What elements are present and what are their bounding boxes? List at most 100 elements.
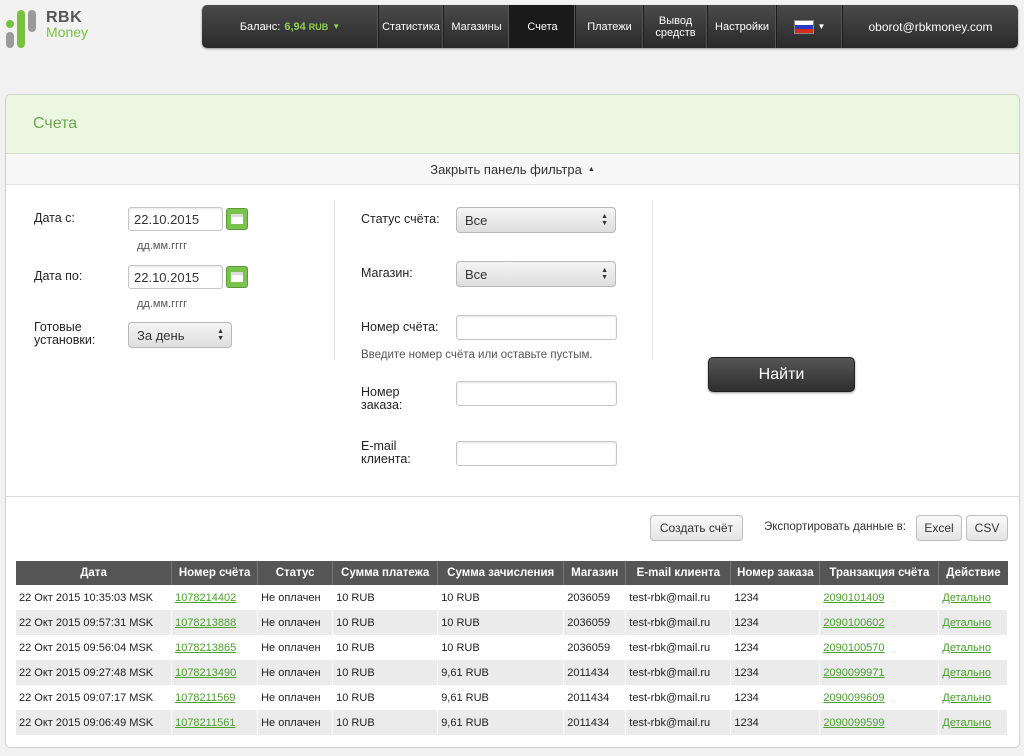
nav-item-withdraw-funds[interactable]: Вывод средств — [644, 5, 708, 48]
logo[interactable]: RBK Money — [6, 8, 106, 50]
date-to-input[interactable] — [128, 265, 223, 289]
table-row: 22 Окт 2015 09:27:48 MSK 1078213490 Не о… — [16, 660, 1008, 685]
cell-status: Не оплачен — [257, 610, 334, 635]
cell-client-email: test-rbk@mail.ru — [625, 710, 732, 735]
nav-item-shops[interactable]: Магазины — [444, 5, 510, 48]
column-header[interactable]: Транзакция счёта — [819, 561, 940, 585]
column-header[interactable]: Номер счёта — [171, 561, 259, 585]
column-header[interactable]: Статус — [257, 561, 334, 585]
date-from-hint: дд.мм.гггг — [137, 240, 188, 252]
cell-date: 22 Окт 2015 09:56:04 MSK — [16, 635, 173, 660]
preset-label: Готовые установки: — [34, 320, 96, 347]
nav-item-payments[interactable]: Платежи — [576, 5, 644, 48]
cell-date: 22 Окт 2015 09:57:31 MSK — [16, 610, 173, 635]
shop-select[interactable]: Все ▲ ▼ — [456, 261, 616, 287]
balance-indicator[interactable]: Баланс: 6,94 RUB ▼ — [202, 5, 379, 48]
date-to-hint: дд.мм.гггг — [137, 298, 188, 310]
transaction-link[interactable]: 2090100570 — [823, 642, 884, 654]
russia-flag-icon — [793, 19, 814, 34]
cell-client-email: test-rbk@mail.ru — [625, 585, 732, 610]
invoice-number-link[interactable]: 1078214402 — [175, 592, 236, 604]
column-header[interactable]: Действие — [938, 561, 1008, 585]
invoice-number-link[interactable]: 1078213888 — [175, 617, 236, 629]
transaction-link[interactable]: 2090099599 — [823, 717, 884, 729]
invoice-number-link[interactable]: 1078211569 — [175, 692, 235, 704]
cell-order-number: 1234 — [730, 660, 821, 685]
cell-payment-amount: 10 RUB — [332, 710, 439, 735]
transaction-link[interactable]: 2090101409 — [823, 592, 884, 604]
cell-credited-amount: 10 RUB — [437, 610, 565, 635]
column-header[interactable]: Сумма платежа — [332, 561, 439, 585]
details-link[interactable]: Детально — [942, 667, 991, 679]
create-invoice-button[interactable]: Создать счёт — [650, 515, 743, 541]
nav-item-settings[interactable]: Настройки — [708, 5, 777, 48]
nav-item-statistics[interactable]: Статистика — [379, 5, 444, 48]
column-header[interactable]: Магазин — [563, 561, 627, 585]
calendar-icon[interactable] — [226, 208, 248, 230]
table-row: 22 Окт 2015 10:35:03 MSK 1078214402 Не о… — [16, 585, 1008, 610]
cell-shop: 2036059 — [563, 610, 627, 635]
details-link[interactable]: Детально — [942, 592, 991, 604]
details-link[interactable]: Детально — [942, 617, 991, 629]
cell-credited-amount: 9,61 RUB — [437, 710, 565, 735]
invoice-number-link[interactable]: 1078211561 — [175, 717, 235, 729]
select-arrows-icon: ▲ ▼ — [217, 328, 224, 342]
cell-order-number: 1234 — [730, 635, 821, 660]
client-email-label: E-mail клиента: — [361, 439, 411, 466]
nav-item-invoices[interactable]: Счета — [510, 5, 576, 48]
shop-select-value: Все — [465, 266, 488, 282]
transaction-link[interactable]: 2090099971 — [823, 667, 884, 679]
client-email-input[interactable] — [456, 441, 617, 466]
details-link[interactable]: Детально — [942, 692, 991, 704]
cell-shop: 2036059 — [563, 635, 627, 660]
cell-credited-amount: 10 RUB — [437, 585, 565, 610]
export-csv-button[interactable]: CSV — [966, 515, 1008, 541]
filter-panel: Дата с: дд.мм.гггг Дата по: дд.мм.гггг Г… — [6, 185, 1019, 497]
column-header[interactable]: Дата — [16, 561, 173, 585]
date-from-input[interactable] — [128, 207, 223, 231]
column-header[interactable]: Номер заказа — [730, 561, 821, 585]
language-selector[interactable]: ▼ — [777, 5, 843, 48]
preset-select[interactable]: За день ▲ ▼ — [128, 322, 232, 348]
details-link[interactable]: Детально — [942, 717, 991, 729]
cell-payment-amount: 10 RUB — [332, 685, 439, 710]
invoice-number-link[interactable]: 1078213865 — [175, 642, 236, 654]
shop-label: Магазин: — [361, 266, 413, 280]
logo-text-primary: RBK — [46, 9, 83, 26]
balance-value: 6,94 — [284, 20, 306, 33]
invoice-number-link[interactable]: 1078213490 — [175, 667, 236, 679]
filter-toggle-label: Закрыть панель фильтра — [430, 161, 582, 177]
select-arrows-icon: ▲ ▼ — [601, 213, 608, 227]
cell-payment-amount: 10 RUB — [332, 660, 439, 685]
cell-status: Не оплачен — [257, 635, 334, 660]
balance-label: Баланс: — [239, 20, 281, 33]
invoice-number-hint: Введите номер счёта или оставьте пустым. — [361, 349, 593, 361]
order-number-input[interactable] — [456, 381, 617, 406]
transaction-link[interactable]: 2090100602 — [823, 617, 884, 629]
cell-payment-amount: 10 RUB — [332, 635, 439, 660]
invoices-table: Дата Номер счёта Статус Сумма платежа Су… — [16, 561, 1008, 735]
table-row: 22 Окт 2015 09:07:17 MSK 1078211569 Не о… — [16, 685, 1008, 710]
calendar-icon[interactable] — [226, 266, 248, 288]
column-header[interactable]: Сумма зачисления — [437, 561, 565, 585]
user-email[interactable]: oborot@rbkmoney.com — [843, 5, 1018, 48]
cell-shop: 2011434 — [563, 660, 627, 685]
filter-panel-toggle[interactable]: Закрыть панель фильтра ▲ — [6, 154, 1019, 185]
column-header[interactable]: E-mail клиента — [625, 561, 732, 585]
divider — [334, 200, 335, 360]
cell-status: Не оплачен — [257, 660, 334, 685]
page-title: Счета — [6, 95, 1019, 154]
cell-client-email: test-rbk@mail.ru — [625, 660, 732, 685]
invoices-panel: Счета Закрыть панель фильтра ▲ Дата с: д… — [5, 94, 1020, 748]
status-select[interactable]: Все ▲ ▼ — [456, 207, 616, 233]
transaction-link[interactable]: 2090099609 — [823, 692, 884, 704]
divider — [652, 200, 653, 360]
invoice-number-input[interactable] — [456, 315, 617, 340]
export-excel-button[interactable]: Excel — [916, 515, 962, 541]
cell-order-number: 1234 — [730, 610, 821, 635]
cell-payment-amount: 10 RUB — [332, 585, 439, 610]
cell-credited-amount: 10 RUB — [437, 635, 565, 660]
details-link[interactable]: Детально — [942, 642, 991, 654]
cell-date: 22 Окт 2015 10:35:03 MSK — [16, 585, 173, 610]
search-button[interactable]: Найти — [708, 357, 855, 392]
